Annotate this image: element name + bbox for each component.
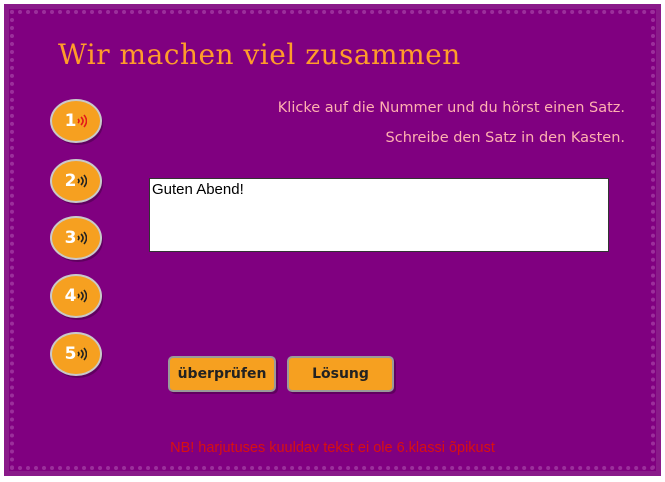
sentence-4-number: 4 — [64, 286, 77, 306]
sentence-2-button[interactable]: 2 — [52, 161, 100, 201]
instruction-line-2: Schreibe den Satz in den Kasten. — [385, 130, 625, 146]
sentence-5-button[interactable]: 5 — [52, 334, 100, 374]
solution-button[interactable]: Lösung — [287, 356, 394, 392]
sentence-4-button[interactable]: 4 — [52, 276, 100, 316]
sentence-3-number: 3 — [64, 228, 77, 248]
sentence-1-button[interactable]: 1 — [52, 101, 100, 141]
page-title: Wir machen viel zusammen — [58, 38, 461, 71]
instruction-line-1: Klicke auf die Nummer und du hörst einen… — [277, 100, 625, 116]
answer-textbox[interactable]: Guten Abend! — [149, 178, 609, 252]
speaker-icon — [77, 174, 88, 188]
check-button[interactable]: überprüfen — [168, 356, 276, 392]
speaker-icon — [77, 289, 88, 303]
speaker-icon — [77, 114, 88, 128]
speaker-icon — [77, 347, 88, 361]
app-window: Wir machen viel zusammen Klicke auf die … — [0, 0, 665, 482]
sentence-3-button[interactable]: 3 — [52, 218, 100, 258]
sentence-5-number: 5 — [64, 344, 77, 364]
footer-note: NB! harjutuses kuuldav tekst ei ole 6.kl… — [170, 440, 495, 456]
sentence-2-number: 2 — [64, 171, 77, 191]
sentence-1-number: 1 — [64, 111, 77, 131]
speaker-icon — [77, 231, 88, 245]
